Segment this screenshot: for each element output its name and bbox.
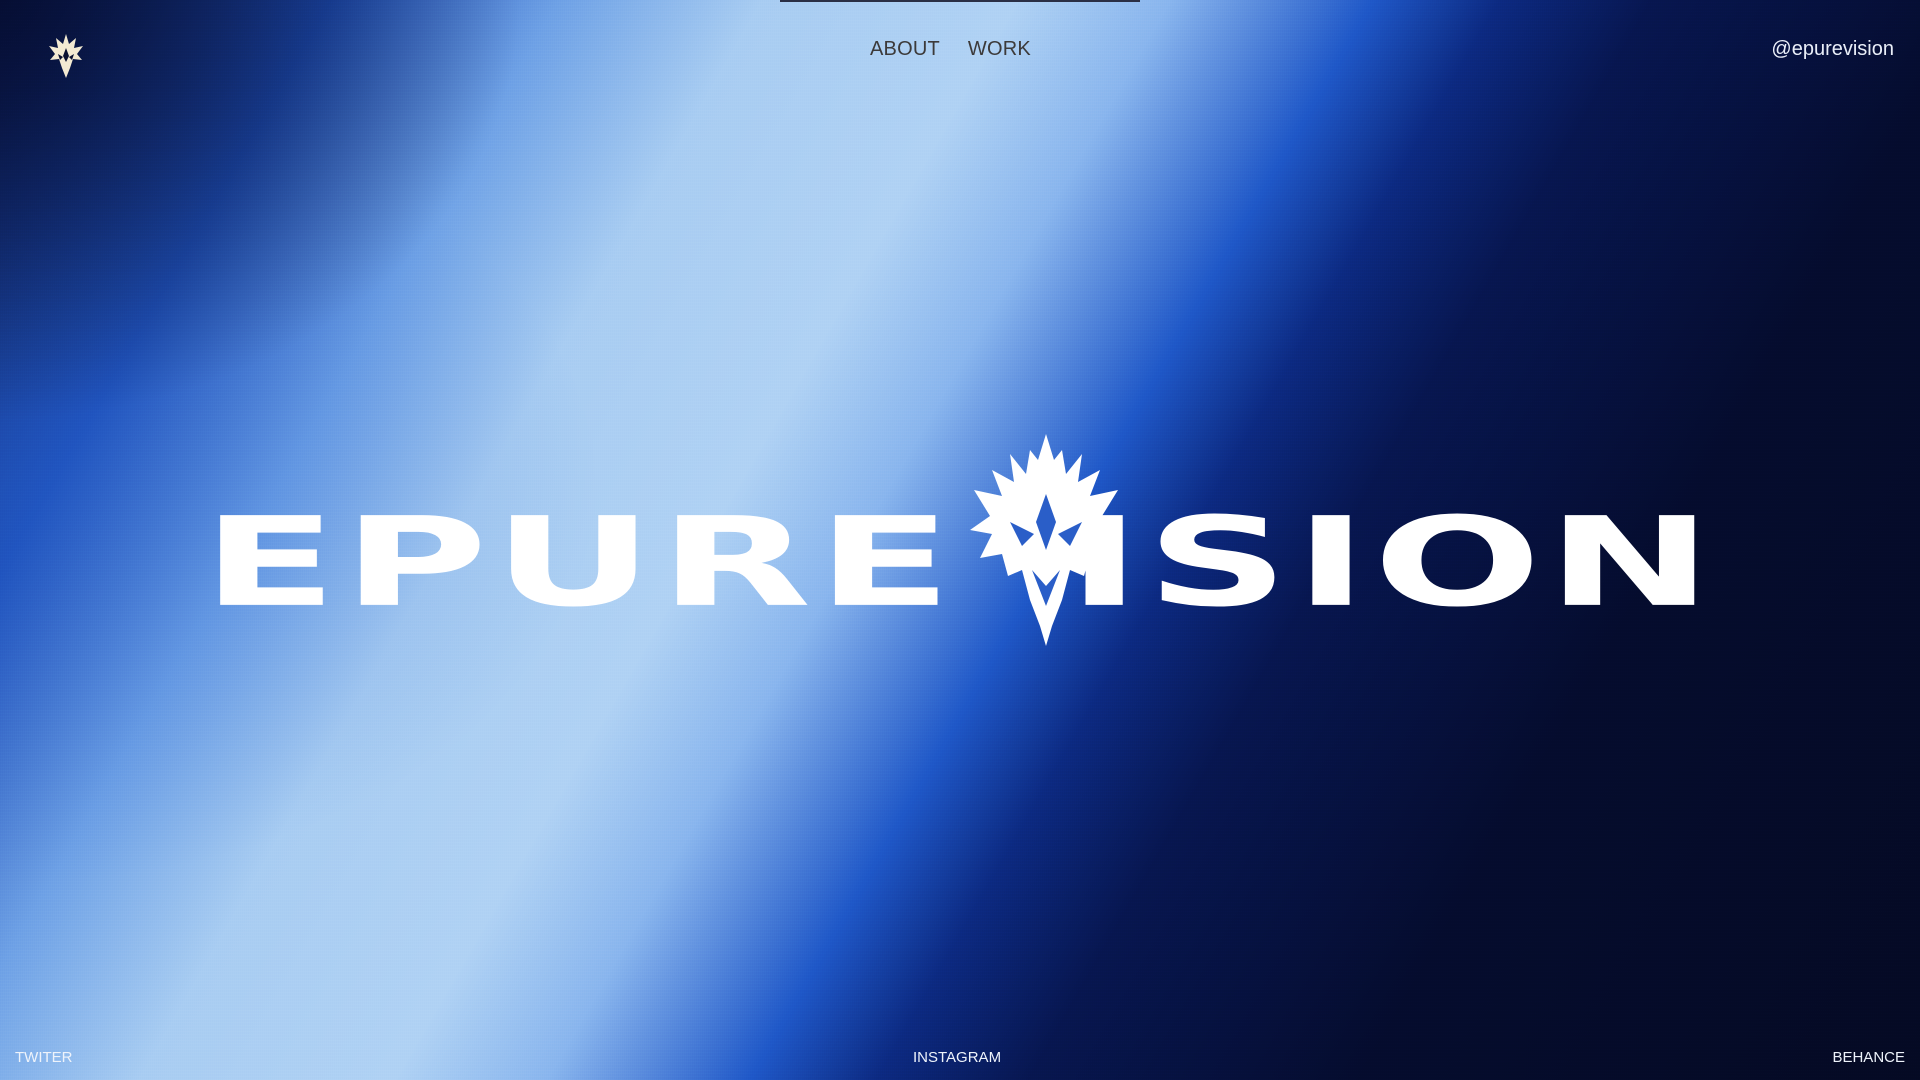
footer-behance-link[interactable]: BEHANCE [1832,1049,1905,1066]
hero-wordmark: EPURE ISION [202,430,1718,650]
footer-instagram-link[interactable]: INSTAGRAM [913,1049,1001,1066]
wordmark-left-text: EPURE [202,491,958,635]
main-nav: ABOUT WORK [870,38,1031,61]
social-handle-link[interactable]: @epurevision [1771,38,1894,61]
top-indicator-line [780,0,1140,2]
footer-twitter-link[interactable]: TWITER [15,1049,73,1066]
footer: TWITER INSTAGRAM BEHANCE [0,1046,1920,1066]
emblem-icon[interactable] [46,32,86,80]
nav-about-link[interactable]: ABOUT [870,38,940,61]
wordmark-right-text: ISION [1067,491,1718,635]
nav-work-link[interactable]: WORK [968,38,1031,61]
